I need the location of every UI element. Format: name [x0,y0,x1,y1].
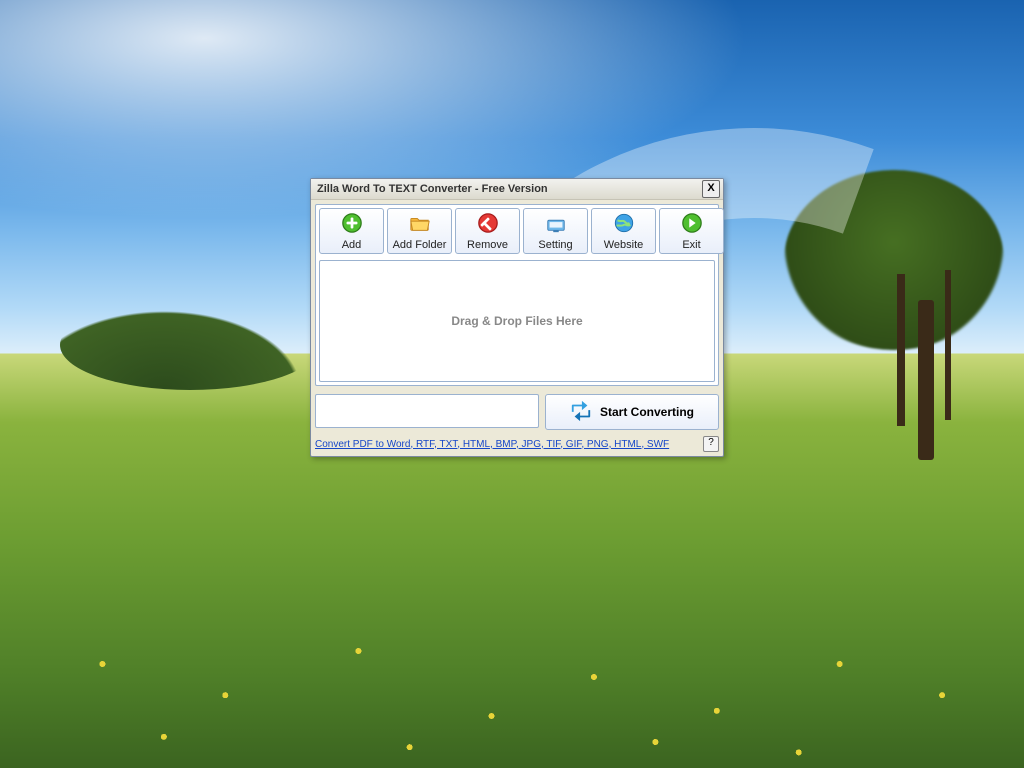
window-body: Add Add Folder Remove [311,200,723,434]
setting-button[interactable]: Setting [523,208,588,254]
add-button-label: Add [342,239,362,251]
drop-hint: Drag & Drop Files Here [451,314,582,328]
setting-button-label: Setting [538,239,572,251]
convert-icon [570,400,592,425]
remove-button-label: Remove [467,239,508,251]
globe-icon [613,212,635,237]
main-panel: Add Add Folder Remove [315,204,719,386]
remove-icon [477,212,499,237]
wallpaper-flowers [0,508,1024,768]
settings-icon [545,212,567,237]
start-converting-button[interactable]: Start Converting [545,394,719,430]
plus-icon [341,212,363,237]
website-button-label: Website [604,239,644,251]
drop-area[interactable]: Drag & Drop Files Here [319,260,715,382]
wallpaper-tree-foliage [784,170,1004,350]
titlebar[interactable]: Zilla Word To TEXT Converter - Free Vers… [311,179,723,200]
add-folder-button[interactable]: Add Folder [387,208,452,254]
desktop-wallpaper: Zilla Word To TEXT Converter - Free Vers… [0,0,1024,768]
window-title: Zilla Word To TEXT Converter - Free Vers… [317,183,548,195]
app-window: Zilla Word To TEXT Converter - Free Vers… [310,178,724,457]
folder-icon [409,212,431,237]
wallpaper-tree-trunk [918,300,934,460]
remove-button[interactable]: Remove [455,208,520,254]
help-button[interactable]: ? [703,436,719,452]
exit-button-label: Exit [682,239,700,251]
footer-link[interactable]: Convert PDF to Word, RTF, TXT, HTML, BMP… [315,439,669,450]
footer: Convert PDF to Word, RTF, TXT, HTML, BMP… [311,434,723,456]
add-button[interactable]: Add [319,208,384,254]
start-converting-label: Start Converting [600,405,694,419]
exit-button[interactable]: Exit [659,208,724,254]
exit-icon [681,212,703,237]
toolbar: Add Add Folder Remove [319,208,715,254]
status-panel [315,394,539,428]
website-button[interactable]: Website [591,208,656,254]
wallpaper-hill [60,300,320,390]
close-button[interactable]: X [702,180,720,198]
bottom-row: Start Converting [315,394,719,430]
add-folder-button-label: Add Folder [393,239,447,251]
